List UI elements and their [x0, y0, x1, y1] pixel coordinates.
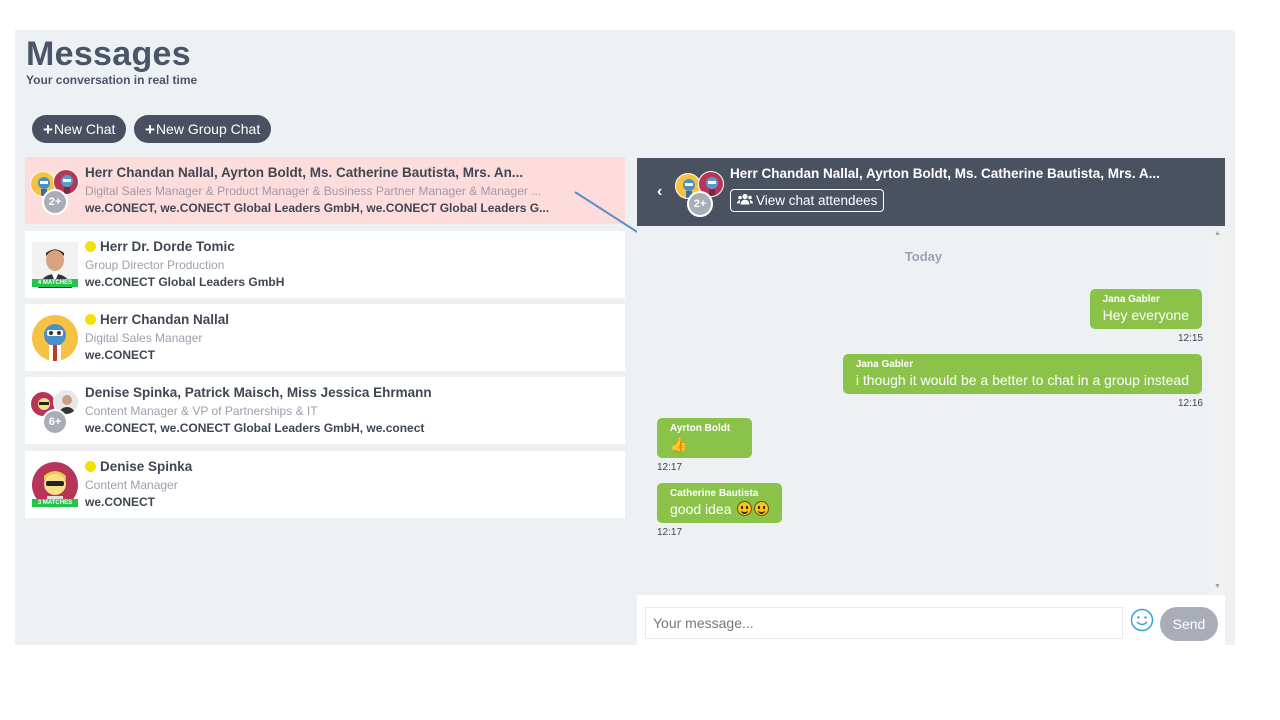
chat-name-text: Herr Chandan Nallal, Ayrton Boldt, Ms. C… — [85, 165, 524, 180]
message-text: Hey everyone — [1102, 307, 1189, 323]
chat-name-text: Herr Chandan Nallal — [100, 312, 230, 327]
chat-role: Digital Sales Manager — [85, 331, 203, 345]
chat-role: Digital Sales Manager & Product Manager … — [85, 184, 542, 198]
online-indicator — [85, 241, 96, 252]
group-avatar: 2+ — [30, 167, 86, 217]
send-button[interactable]: Send — [1160, 607, 1218, 641]
message-sender: Jana Gabler — [855, 359, 914, 370]
group-avatar: 2+ — [675, 169, 731, 219]
new-chat-label: New Chat — [53, 121, 116, 137]
chat-list-item[interactable]: Herr Chandan Nallal Digital Sales Manage… — [25, 304, 625, 371]
new-chat-button[interactable]: + New Chat — [32, 115, 127, 143]
online-indicator — [85, 461, 96, 472]
message-text-row: good idea — [670, 500, 770, 518]
chat-list-item[interactable]: 2+ Herr Chandan Nallal, Ayrton Boldt, Ms… — [25, 157, 625, 224]
chat-name: Herr Dr. Dorde Tomic — [85, 239, 235, 254]
messages-app: Messages Your conversation in real time … — [15, 30, 1235, 645]
new-group-chat-label: New Group Chat — [155, 121, 261, 137]
chat-name: Denise Spinka — [85, 459, 192, 474]
conversation-title: Herr Chandan Nallal, Ayrton Boldt, Ms. C… — [730, 166, 1160, 181]
plus-icon: + — [145, 119, 155, 139]
more-attendees-badge: 6+ — [42, 409, 68, 435]
page-title: Messages — [26, 35, 191, 73]
chat-company: we.CONECT — [85, 348, 156, 362]
chat-name-text: Denise Spinka, Patrick Maisch, Miss Jess… — [85, 385, 432, 400]
matches-badge: 4 MATCHES — [32, 279, 78, 287]
chat-company: we.CONECT — [85, 495, 156, 509]
composer: Send — [637, 595, 1225, 645]
message-input[interactable] — [645, 607, 1123, 639]
plus-icon: + — [43, 119, 53, 139]
conversation-header: ‹ 2+ Herr Chandan Nallal, Ayrton Boldt, … — [637, 158, 1225, 226]
new-group-chat-button[interactable]: + New Group Chat — [134, 115, 272, 143]
message-sender: Catherine Bautista — [670, 488, 759, 499]
scrollbar[interactable]: ▲ ▼ — [1210, 230, 1225, 595]
chat-list-item[interactable]: 6+ Denise Spinka, Patrick Maisch, Miss J… — [25, 377, 625, 444]
message-sender: Ayrton Boldt — [670, 423, 731, 434]
more-attendees-badge: 2+ — [687, 191, 713, 217]
matches-badge: 3 MATCHES — [32, 499, 78, 507]
avatar — [32, 315, 78, 361]
chat-company: we.CONECT, we.CONECT Global Leaders GmbH… — [85, 421, 425, 435]
smiley-emoji-icon — [737, 501, 753, 516]
message-bubble: Catherine Bautista good idea — [657, 483, 783, 523]
more-attendees-badge: 2+ — [42, 189, 68, 215]
online-indicator — [85, 314, 96, 325]
message-time: 12:17 — [657, 527, 683, 538]
chat-company: we.CONECT Global Leaders GmbH — [85, 275, 285, 289]
scroll-up-icon[interactable]: ▲ — [1210, 230, 1225, 242]
conversation-panel: ‹ 2+ Herr Chandan Nallal, Ayrton Boldt, … — [637, 158, 1225, 645]
message-time: 12:15 — [1177, 333, 1203, 344]
chat-role: Content Manager & VP of Partnerships & I… — [85, 404, 318, 418]
message-text: good idea — [670, 501, 732, 517]
chat-role: Content Manager — [85, 478, 178, 492]
chat-company: we.CONECT, we.CONECT Global Leaders GmbH… — [85, 201, 550, 215]
message-text: 👍 — [670, 436, 688, 452]
chat-name: Herr Chandan Nallal — [85, 312, 229, 327]
message-time: 12:16 — [1177, 398, 1203, 409]
users-icon — [737, 193, 753, 208]
chat-name-text: Denise Spinka — [100, 459, 193, 474]
message-time: 12:17 — [657, 462, 683, 473]
view-attendees-button[interactable]: View chat attendees — [730, 189, 885, 212]
message-text: i though it would be a better to chat in… — [855, 372, 1189, 388]
message-thread: Today Jana Gabler Hey everyone 12:15 Jan… — [637, 230, 1210, 595]
day-separator: Today — [904, 249, 943, 264]
message-bubble: Jana Gabler Hey everyone — [1089, 289, 1202, 329]
page-subtitle: Your conversation in real time — [26, 73, 198, 87]
chat-role: Group Director Production — [85, 258, 225, 272]
chat-name: Denise Spinka, Patrick Maisch, Miss Jess… — [85, 385, 432, 400]
back-chevron-icon[interactable]: ‹ — [657, 183, 662, 201]
chat-list-item[interactable]: 3 MATCHES Denise Spinka Content Manager … — [25, 451, 625, 518]
chat-list-item[interactable]: 4 MATCHES Herr Dr. Dorde Tomic Group Dir… — [25, 231, 625, 298]
message-bubble: Jana Gabler i though it would be a bette… — [842, 354, 1202, 394]
message-bubble: Ayrton Boldt 👍 — [657, 418, 753, 458]
message-sender: Jana Gabler — [1102, 294, 1160, 305]
group-avatar: 6+ — [30, 387, 86, 437]
chat-name-text: Herr Dr. Dorde Tomic — [100, 239, 235, 254]
chat-name: Herr Chandan Nallal, Ayrton Boldt, Ms. C… — [85, 165, 523, 180]
scroll-down-icon[interactable]: ▼ — [1210, 583, 1225, 595]
emoji-picker-icon[interactable] — [1130, 608, 1154, 632]
smiley-emoji-icon — [754, 501, 770, 516]
view-attendees-label: View chat attendees — [756, 193, 878, 208]
